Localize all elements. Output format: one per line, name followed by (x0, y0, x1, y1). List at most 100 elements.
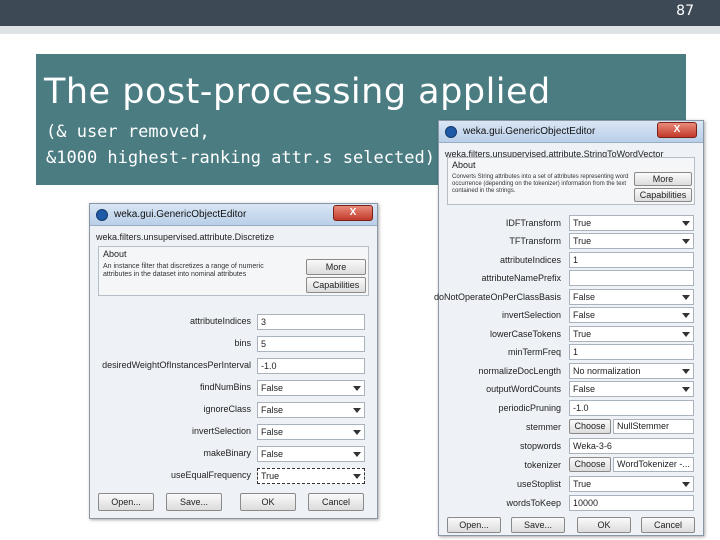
slide-subtitle-line2: &1000 highest-ranking attr.s selected) (46, 148, 435, 168)
doNotOperateOnPerClassBasis-value: False (573, 292, 596, 302)
param-label-doNotOperateOnPerClassBasis: doNotOperateOnPerClassBasis (433, 292, 561, 302)
useEqualFrequency-select[interactable]: True (257, 468, 365, 484)
TFTransform-value: True (573, 236, 592, 246)
stemmer-choose-button[interactable]: Choose (569, 419, 611, 434)
param-label-invertSelection: invertSelection (501, 310, 561, 320)
param-label-invertSelection: invertSelection (191, 426, 251, 436)
cancel-button[interactable]: Cancel (308, 493, 364, 511)
IDFTransform-value: True (573, 218, 592, 228)
param-label-bins: bins (234, 338, 251, 348)
lowerCaseTokens-value: True (573, 329, 592, 339)
invertSelection-value: False (261, 427, 284, 437)
param-label-desiredWeight: desiredWeightOfInstancesPerInterval (102, 360, 251, 370)
chevron-down-icon (353, 430, 361, 435)
chevron-down-icon (682, 387, 690, 392)
stopwords-field[interactable]: Weka-3-6 (569, 438, 694, 454)
useStoplist-select[interactable]: True (569, 476, 694, 492)
outputWordCounts-select[interactable]: False (569, 381, 694, 397)
param-label-TFTransform: TFTransform (509, 236, 561, 246)
useEqualFrequency-value: True (261, 471, 280, 481)
doNotOperateOnPerClassBasis-select[interactable]: False (569, 289, 694, 305)
more-button[interactable]: More (306, 259, 366, 275)
param-label-attributeNamePrefix: attributeNamePrefix (481, 273, 561, 283)
param-label-ignoreClass: ignoreClass (203, 404, 251, 414)
useStoplist-value: True (573, 479, 592, 489)
param-label-outputWordCounts: outputWordCounts (486, 384, 561, 394)
ignoreClass-select[interactable]: False (257, 402, 365, 418)
stringtowordvector-editor-window: weka.gui.GenericObjectEditor X weka.filt… (434, 120, 704, 536)
about-header: About (103, 249, 127, 259)
param-label-attributeIndices: attributeIndices (499, 255, 561, 265)
cancel-button[interactable]: Cancel (641, 517, 695, 533)
chevron-down-icon (682, 369, 690, 374)
makeBinary-value: False (261, 449, 284, 459)
param-label-wordsToKeep: wordsToKeep (506, 498, 561, 508)
IDFTransform-select[interactable]: True (569, 215, 694, 231)
makeBinary-select[interactable]: False (257, 446, 365, 462)
chevron-down-icon (682, 332, 690, 337)
wordsToKeep-field[interactable]: 10000 (569, 495, 694, 511)
slide-top-bar: 87 (0, 0, 720, 26)
invertSelection-value: False (573, 310, 596, 320)
slide-subtitle-line1: (& user removed, (46, 122, 210, 142)
attributeIndices-field[interactable]: 1 (569, 252, 694, 268)
param-label-useEqualFrequency: useEqualFrequency (170, 470, 251, 480)
weka-icon (96, 209, 108, 221)
outputWordCounts-value: False (573, 384, 596, 394)
close-button[interactable]: X (333, 205, 373, 221)
desiredWeight-field[interactable]: -1.0 (257, 358, 365, 374)
attributeNamePrefix-field[interactable] (569, 270, 694, 286)
minTermFreq-field[interactable]: 1 (569, 344, 694, 360)
title-bar: weka.gui.GenericObjectEditor X (90, 204, 377, 226)
tokenizer-field[interactable]: WordTokenizer -... (613, 457, 694, 472)
param-label-findNumBins: findNumBins (199, 382, 251, 392)
tokenizer-choose-button[interactable]: Choose (569, 457, 611, 472)
window-title: weka.gui.GenericObjectEditor (114, 209, 247, 220)
discretize-editor-window: weka.gui.GenericObjectEditor X weka.filt… (89, 203, 378, 519)
about-text: Converts String attributes into a set of… (452, 174, 629, 194)
chevron-down-icon (682, 221, 690, 226)
lowerCaseTokens-select[interactable]: True (569, 326, 694, 342)
normalizeDocLength-select[interactable]: No normalization (569, 363, 694, 379)
TFTransform-select[interactable]: True (569, 233, 694, 249)
save-button[interactable]: Save... (511, 517, 565, 533)
page-number: 87 (676, 3, 694, 19)
open-button[interactable]: Open... (98, 493, 154, 511)
about-panel: About Converts String attributes into a … (447, 157, 695, 205)
param-label-attributeIndices: attributeIndices (189, 316, 251, 326)
param-label-periodicPruning: periodicPruning (498, 403, 561, 413)
chevron-down-icon (682, 482, 690, 487)
ok-button[interactable]: OK (240, 493, 296, 511)
invertSelection-select[interactable]: False (569, 307, 694, 323)
capabilities-button[interactable]: Capabilities (634, 188, 692, 202)
save-button[interactable]: Save... (166, 493, 222, 511)
about-panel: About An instance filter that discretize… (98, 246, 369, 296)
ok-button[interactable]: OK (577, 517, 631, 533)
slide-top-strip (0, 26, 720, 34)
param-label-lowerCaseTokens: lowerCaseTokens (489, 329, 561, 339)
chevron-down-icon (682, 239, 690, 244)
more-button[interactable]: More (634, 172, 692, 186)
bins-field[interactable]: 5 (257, 336, 365, 352)
chevron-down-icon (353, 386, 361, 391)
attributeIndices-field[interactable]: 3 (257, 314, 365, 330)
close-button[interactable]: X (657, 122, 697, 138)
weka-icon (445, 126, 457, 138)
param-label-useStoplist: useStoplist (516, 479, 561, 489)
chevron-down-icon (353, 452, 361, 457)
stemmer-field[interactable]: NullStemmer (613, 419, 694, 434)
slide-title: The post-processing applied (44, 72, 551, 112)
periodicPruning-field[interactable]: -1.0 (569, 400, 694, 416)
param-label-IDFTransform: IDFTransform (505, 218, 561, 228)
chevron-down-icon (353, 408, 361, 413)
about-header: About (452, 160, 476, 170)
invertSelection-select[interactable]: False (257, 424, 365, 440)
title-bar: weka.gui.GenericObjectEditor X (439, 121, 703, 143)
findNumBins-select[interactable]: False (257, 380, 365, 396)
param-label-minTermFreq: minTermFreq (507, 347, 561, 357)
filter-class-name[interactable]: weka.filters.unsupervised.attribute.Disc… (96, 230, 371, 244)
open-button[interactable]: Open... (447, 517, 501, 533)
chevron-down-icon (353, 474, 361, 479)
capabilities-button[interactable]: Capabilities (306, 277, 366, 293)
window-title: weka.gui.GenericObjectEditor (463, 126, 596, 137)
